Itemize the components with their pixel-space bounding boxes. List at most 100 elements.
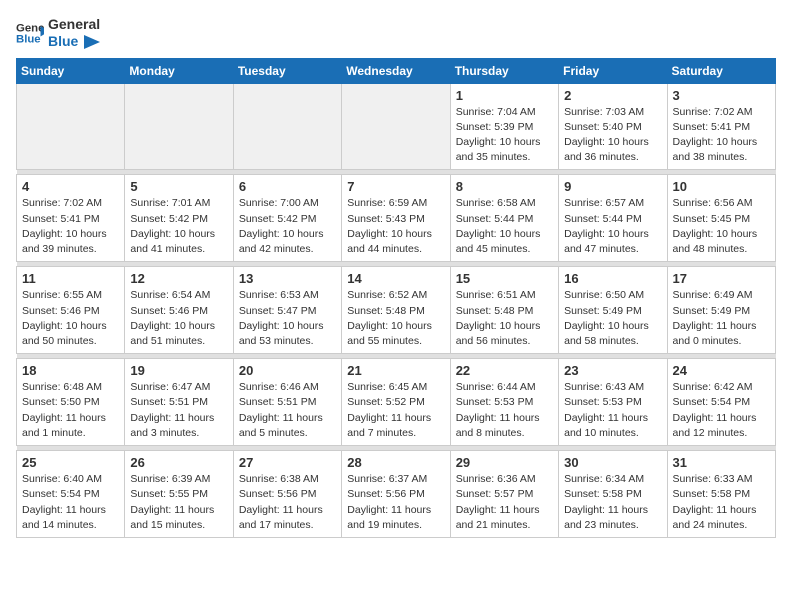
day-info: Sunrise: 7:00 AM Sunset: 5:42 PM Dayligh… (239, 196, 336, 257)
week-row-2: 4 Sunrise: 7:02 AM Sunset: 5:41 PM Daylig… (17, 175, 776, 262)
logo-icon: General Blue (16, 19, 44, 47)
day-cell-7: 7Sunrise: 6:59 AM Sunset: 5:43 PM Daylig… (342, 175, 450, 262)
day-cell-17: 17 Sunrise: 6:49 AM Sunset: 5:49 PM Dayli… (667, 267, 775, 354)
week-row-1: 1 Sunrise: 7:04 AM Sunset: 5:39 PM Daylig… (17, 83, 776, 170)
day-info: Sunrise: 6:48 AM Sunset: 5:50 PM Dayligh… (22, 380, 119, 441)
day-number: 25 (22, 455, 119, 470)
day-number: 14 (347, 271, 444, 286)
day-info: Sunrise: 7:01 AM Sunset: 5:42 PM Dayligh… (130, 196, 227, 257)
svg-text:General: General (16, 22, 44, 34)
day-cell-3: 3 Sunrise: 7:02 AM Sunset: 5:41 PM Daylig… (667, 83, 775, 170)
day-info: Sunrise: 6:42 AM Sunset: 5:54 PM Dayligh… (673, 380, 770, 441)
day-number: 1 (456, 88, 553, 103)
day-number: 31 (673, 455, 770, 470)
logo-text-blue: Blue (48, 33, 100, 50)
day-info: Sunrise: 6:39 AM Sunset: 5:55 PM Dayligh… (130, 472, 227, 533)
day-info: Sunrise: 6:47 AM Sunset: 5:51 PM Dayligh… (130, 380, 227, 441)
day-info: Sunrise: 6:51 AM Sunset: 5:48 PM Dayligh… (456, 288, 553, 349)
weekday-header-sunday: Sunday (17, 58, 125, 83)
day-info: Sunrise: 6:38 AM Sunset: 5:56 PM Dayligh… (239, 472, 336, 533)
day-info: Sunrise: 6:37 AM Sunset: 5:56 PM Dayligh… (347, 472, 444, 533)
day-number: 9 (564, 179, 661, 194)
day-cell-18: 18 Sunrise: 6:48 AM Sunset: 5:50 PM Dayli… (17, 359, 125, 446)
day-cell-6: 6 Sunrise: 7:00 AM Sunset: 5:42 PM Daylig… (233, 175, 341, 262)
day-cell-22: 22 Sunrise: 6:44 AM Sunset: 5:53 PM Dayli… (450, 359, 558, 446)
day-cell-12: 12 Sunrise: 6:54 AM Sunset: 5:46 PM Dayli… (125, 267, 233, 354)
day-info: Sunrise: 6:57 AM Sunset: 5:44 PM Dayligh… (564, 196, 661, 257)
day-cell-29: 29Sunrise: 6:36 AM Sunset: 5:57 PM Dayli… (450, 451, 558, 538)
day-number: 6 (239, 179, 336, 194)
day-info: Sunrise: 6:50 AM Sunset: 5:49 PM Dayligh… (564, 288, 661, 349)
day-cell-19: 19Sunrise: 6:47 AM Sunset: 5:51 PM Dayli… (125, 359, 233, 446)
day-info: Sunrise: 6:54 AM Sunset: 5:46 PM Dayligh… (130, 288, 227, 349)
weekday-header-saturday: Saturday (667, 58, 775, 83)
day-number: 30 (564, 455, 661, 470)
logo: General Blue General Blue (16, 16, 100, 50)
day-cell-24: 24 Sunrise: 6:42 AM Sunset: 5:54 PM Dayli… (667, 359, 775, 446)
day-cell-1: 1 Sunrise: 7:04 AM Sunset: 5:39 PM Daylig… (450, 83, 558, 170)
empty-cell (17, 83, 125, 170)
day-number: 26 (130, 455, 227, 470)
day-number: 27 (239, 455, 336, 470)
day-number: 15 (456, 271, 553, 286)
weekday-header-friday: Friday (559, 58, 667, 83)
weekday-header-wednesday: Wednesday (342, 58, 450, 83)
day-info: Sunrise: 6:49 AM Sunset: 5:49 PM Dayligh… (673, 288, 770, 349)
day-number: 16 (564, 271, 661, 286)
day-cell-28: 28 Sunrise: 6:37 AM Sunset: 5:56 PM Dayli… (342, 451, 450, 538)
day-cell-15: 15 Sunrise: 6:51 AM Sunset: 5:48 PM Dayli… (450, 267, 558, 354)
day-cell-16: 16 Sunrise: 6:50 AM Sunset: 5:49 PM Dayli… (559, 267, 667, 354)
day-info: Sunrise: 7:02 AM Sunset: 5:41 PM Dayligh… (22, 196, 119, 257)
svg-text:Blue: Blue (16, 33, 41, 45)
week-row-4: 18 Sunrise: 6:48 AM Sunset: 5:50 PM Dayli… (17, 359, 776, 446)
day-cell-5: 5 Sunrise: 7:01 AM Sunset: 5:42 PM Daylig… (125, 175, 233, 262)
day-info: Sunrise: 6:44 AM Sunset: 5:53 PM Dayligh… (456, 380, 553, 441)
day-number: 11 (22, 271, 119, 286)
day-cell-31: 31 Sunrise: 6:33 AM Sunset: 5:58 PM Dayli… (667, 451, 775, 538)
calendar-table: SundayMondayTuesdayWednesdayThursdayFrid… (16, 58, 776, 538)
day-number: 24 (673, 363, 770, 378)
empty-cell (342, 83, 450, 170)
page-header: General Blue General Blue (16, 16, 776, 50)
day-info: Sunrise: 6:40 AM Sunset: 5:54 PM Dayligh… (22, 472, 119, 533)
empty-cell (125, 83, 233, 170)
day-number: 4 (22, 179, 119, 194)
day-cell-25: 25 Sunrise: 6:40 AM Sunset: 5:54 PM Dayli… (17, 451, 125, 538)
day-cell-8: 8 Sunrise: 6:58 AM Sunset: 5:44 PM Daylig… (450, 175, 558, 262)
empty-cell (233, 83, 341, 170)
day-number: 20 (239, 363, 336, 378)
day-cell-13: 13 Sunrise: 6:53 AM Sunset: 5:47 PM Dayli… (233, 267, 341, 354)
day-info: Sunrise: 6:58 AM Sunset: 5:44 PM Dayligh… (456, 196, 553, 257)
day-cell-26: 26 Sunrise: 6:39 AM Sunset: 5:55 PM Dayli… (125, 451, 233, 538)
day-cell-2: 2 Sunrise: 7:03 AM Sunset: 5:40 PM Daylig… (559, 83, 667, 170)
day-number: 12 (130, 271, 227, 286)
day-info: Sunrise: 6:56 AM Sunset: 5:45 PM Dayligh… (673, 196, 770, 257)
week-row-3: 11 Sunrise: 6:55 AM Sunset: 5:46 PM Dayli… (17, 267, 776, 354)
day-number: 17 (673, 271, 770, 286)
day-number: 8 (456, 179, 553, 194)
day-info: Sunrise: 6:36 AM Sunset: 5:57 PM Dayligh… (456, 472, 553, 533)
logo-text-general: General (48, 16, 100, 33)
day-number: 3 (673, 88, 770, 103)
day-info: Sunrise: 7:04 AM Sunset: 5:39 PM Dayligh… (456, 105, 553, 166)
weekday-header-tuesday: Tuesday (233, 58, 341, 83)
day-info: Sunrise: 6:55 AM Sunset: 5:46 PM Dayligh… (22, 288, 119, 349)
day-number: 18 (22, 363, 119, 378)
day-cell-10: 10 Sunrise: 6:56 AM Sunset: 5:45 PM Dayli… (667, 175, 775, 262)
day-number: 2 (564, 88, 661, 103)
day-number: 23 (564, 363, 661, 378)
day-number: 5 (130, 179, 227, 194)
day-number: 10 (673, 179, 770, 194)
day-number: 28 (347, 455, 444, 470)
day-number: 22 (456, 363, 553, 378)
day-info: Sunrise: 7:02 AM Sunset: 5:41 PM Dayligh… (673, 105, 770, 166)
day-cell-27: 27 Sunrise: 6:38 AM Sunset: 5:56 PM Dayli… (233, 451, 341, 538)
weekday-header-row: SundayMondayTuesdayWednesdayThursdayFrid… (17, 58, 776, 83)
day-info: Sunrise: 7:03 AM Sunset: 5:40 PM Dayligh… (564, 105, 661, 166)
day-info: Sunrise: 6:43 AM Sunset: 5:53 PM Dayligh… (564, 380, 661, 441)
day-number: 13 (239, 271, 336, 286)
day-info: Sunrise: 6:52 AM Sunset: 5:48 PM Dayligh… (347, 288, 444, 349)
day-info: Sunrise: 6:53 AM Sunset: 5:47 PM Dayligh… (239, 288, 336, 349)
day-cell-20: 20Sunrise: 6:46 AM Sunset: 5:51 PM Dayli… (233, 359, 341, 446)
day-info: Sunrise: 6:33 AM Sunset: 5:58 PM Dayligh… (673, 472, 770, 533)
